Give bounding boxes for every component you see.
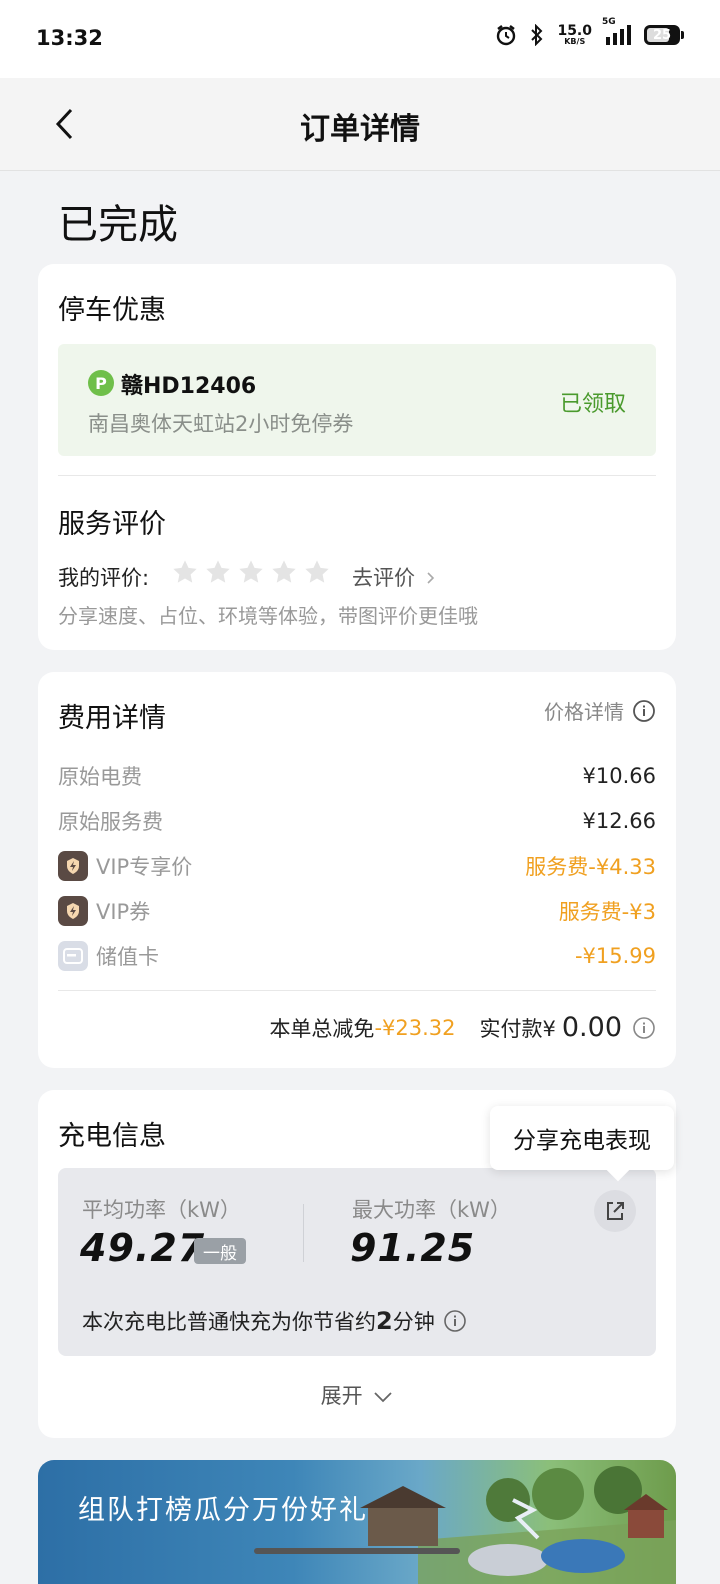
saving-prefix: 本次充电比普通快充为你节省约 xyxy=(82,1310,376,1334)
review-title: 服务评价 xyxy=(58,509,166,540)
charging-metrics: 平均功率（kW） 49.27 一般 最大功率（kW） 91.25 本次充电比普通… xyxy=(58,1168,656,1356)
fee-label: VIP专享价 xyxy=(96,855,193,879)
star-icon[interactable] xyxy=(204,558,232,586)
info-icon[interactable] xyxy=(632,1016,656,1040)
bluetooth-icon xyxy=(529,24,545,46)
power-level-badge: 一般 xyxy=(194,1238,246,1264)
charging-title: 充电信息 xyxy=(58,1121,166,1152)
saving-value: 2 xyxy=(376,1307,393,1335)
promo-banner[interactable]: 组队打榜瓜分万份好礼 xyxy=(38,1460,676,1584)
expand-button[interactable]: 展开 xyxy=(38,1380,676,1410)
fee-value: ¥10.66 xyxy=(582,764,656,788)
network-type: 5G xyxy=(602,17,616,27)
fee-row: 原始电费 ¥10.66 xyxy=(58,760,656,792)
fee-label: 储值卡 xyxy=(96,945,159,969)
paid-amount: 0.00 xyxy=(561,1012,622,1043)
star-icon[interactable] xyxy=(171,558,199,586)
fee-value: 服务费-¥4.33 xyxy=(525,855,656,879)
license-plate: 赣HD12406 xyxy=(121,374,257,399)
banner-text: 组队打榜瓜分万份好礼 xyxy=(78,1495,368,1526)
fee-label: 原始服务费 xyxy=(58,810,163,834)
price-detail-link[interactable]: 价格详情 xyxy=(544,696,656,725)
parking-title: 停车优惠 xyxy=(58,295,166,326)
fee-value: -¥15.99 xyxy=(574,944,656,968)
max-power-value: 91.25 xyxy=(350,1226,476,1270)
share-tooltip[interactable]: 分享充电表现 xyxy=(490,1106,674,1170)
status-bar: 13:32 15.0 KB/S 5G 25 xyxy=(0,0,720,78)
fee-label-group: 储值卡 xyxy=(58,941,159,971)
parking-review-card: 停车优惠 P 赣HD12406 南昌奥体天虹站2小时免停券 已领取 服务评价 我… xyxy=(38,264,676,650)
share-icon xyxy=(607,1202,624,1220)
max-power-label: 最大功率（kW） xyxy=(352,1198,511,1222)
star-icon[interactable] xyxy=(237,558,265,586)
fee-label-group: VIP专享价 xyxy=(58,851,192,881)
total-discount-label: 本单总减免 xyxy=(269,1016,375,1041)
status-time: 13:32 xyxy=(36,26,103,50)
nav-bar: 订单详情 xyxy=(0,78,720,171)
star-icon[interactable] xyxy=(303,558,331,586)
fee-totals: 本单总减免 -¥23.32 实付款¥ 0.00 xyxy=(269,1012,656,1043)
fee-label: 原始电费 xyxy=(58,765,142,789)
alarm-icon xyxy=(495,24,517,46)
coupon-status: 已领取 xyxy=(559,392,626,417)
fee-label: VIP券 xyxy=(96,900,151,924)
total-discount-value: -¥23.32 xyxy=(374,1015,456,1040)
net-speed: 15.0 KB/S xyxy=(557,24,592,46)
expand-label: 展开 xyxy=(320,1384,363,1408)
avg-power-label: 平均功率（kW） xyxy=(82,1198,241,1222)
signal-icon: 5G xyxy=(602,17,632,45)
battery-icon: 25 xyxy=(644,25,684,45)
page-title: 订单详情 xyxy=(300,112,420,147)
saving-suffix: 分钟 xyxy=(392,1310,435,1334)
review-hint: 分享速度、占位、环境等体验，带图评价更佳哦 xyxy=(58,604,478,628)
divider xyxy=(58,990,656,991)
share-button[interactable] xyxy=(594,1190,636,1232)
my-rating-label: 我的评价: xyxy=(58,566,150,590)
fee-title: 费用详情 xyxy=(58,703,166,734)
fee-value: ¥12.66 xyxy=(582,809,656,833)
fee-card: 费用详情 价格详情 原始电费 ¥10.66 原始服务费 ¥12.66 VIP专享… xyxy=(38,672,676,1068)
chevron-right-icon xyxy=(427,572,434,584)
star-icon[interactable] xyxy=(270,558,298,586)
go-review-label: 去评价 xyxy=(352,566,415,590)
price-detail-label: 价格详情 xyxy=(544,700,624,724)
avg-power-value: 49.27 xyxy=(80,1226,206,1270)
time-saving-note: 本次充电比普通快充为你节省约2分钟 xyxy=(82,1306,467,1336)
fee-row: VIP专享价 服务费-¥4.33 xyxy=(58,850,656,882)
vip-icon xyxy=(58,851,88,881)
divider xyxy=(58,475,656,476)
order-status: 已完成 xyxy=(58,202,178,248)
wallet-card-icon xyxy=(58,941,88,971)
parking-icon: P xyxy=(88,370,114,396)
chevron-down-icon xyxy=(374,1392,392,1403)
fee-row: VIP券 服务费-¥3 xyxy=(58,895,656,927)
battery-level: 25 xyxy=(652,27,672,43)
fee-row: 原始服务费 ¥12.66 xyxy=(58,805,656,837)
info-icon xyxy=(633,699,655,722)
coupon-description: 南昌奥体天虹站2小时免停券 xyxy=(88,412,354,436)
net-speed-value: 15.0 xyxy=(557,23,592,39)
net-speed-unit: KB/S xyxy=(564,37,586,46)
paid-label: 实付款¥ xyxy=(479,1016,556,1041)
fee-label-group: VIP券 xyxy=(58,896,150,926)
metric-divider xyxy=(303,1204,304,1262)
fee-value: 服务费-¥3 xyxy=(558,900,656,924)
fee-row: 储值卡 -¥15.99 xyxy=(58,940,656,972)
go-review-link[interactable]: 去评价 xyxy=(352,562,436,592)
status-icons: 15.0 KB/S 5G 25 xyxy=(495,17,684,46)
info-icon[interactable] xyxy=(443,1309,467,1333)
parking-coupon: P 赣HD12406 南昌奥体天虹站2小时免停券 已领取 xyxy=(58,344,656,456)
rating-stars[interactable] xyxy=(171,558,331,586)
home-indicator[interactable] xyxy=(254,1548,460,1554)
vip-coupon-icon xyxy=(58,896,88,926)
